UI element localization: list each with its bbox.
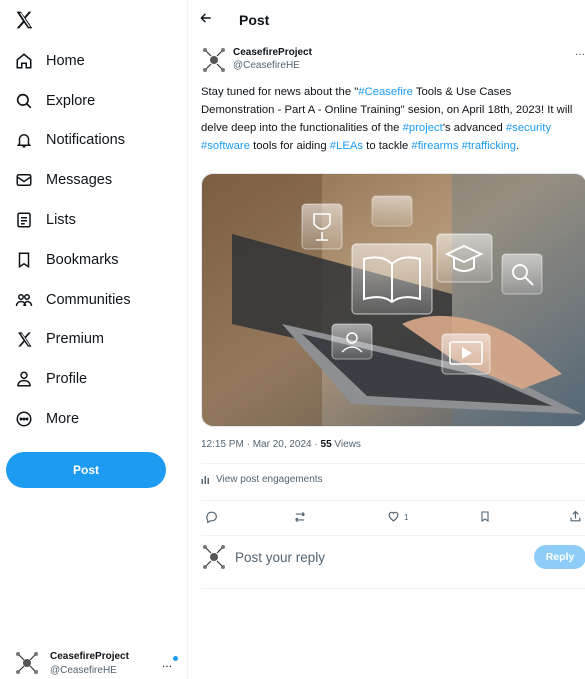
nav-item-label: Home [46,52,85,69]
repost-icon [293,510,307,524]
x-logo-icon[interactable] [12,8,36,32]
back-arrow-icon[interactable] [199,11,215,27]
nav-item-profile[interactable]: Profile [0,359,188,399]
hashtag-link[interactable]: #security [506,122,551,134]
reply-input[interactable] [235,547,525,567]
bar-chart-icon [201,474,212,485]
page-header: Post [189,0,585,40]
envelope-icon [14,170,34,190]
more-circle-icon [14,409,34,429]
reply-action[interactable] [205,508,219,526]
nav-item-home[interactable]: Home [0,41,188,81]
heart-icon [387,510,401,524]
post-text-segment: to tackle [363,140,412,152]
nav-item-label: Lists [46,212,76,229]
hashtag-link[interactable]: #LEAs [330,140,363,152]
nav-item-label: Bookmarks [46,251,119,268]
people-icon [14,290,34,310]
hashtag-link[interactable]: #Ceasefire [358,86,413,98]
account-switcher[interactable]: CeasefireProject @CeasefireHE ... [14,650,184,679]
account-handle: @CeasefireHE [50,665,117,676]
main-column: Post CeasefireProject @CeasefireHE ... S… [189,0,585,679]
nav-item-bookmarks[interactable]: Bookmarks [0,240,188,280]
reply-composer: Reply [201,543,585,573]
nav-item-communities[interactable]: Communities [0,280,188,320]
engagements-label: View post engagements [216,474,323,485]
page-title: Post [239,12,270,28]
hashtag-link[interactable]: #trafficking [462,140,516,152]
nav-item-label: Messages [46,172,113,189]
post-text-segment: Stay tuned for news about the " [201,86,359,98]
nav-item-label: Explore [46,92,96,109]
bell-icon [14,130,34,150]
repost-action[interactable] [293,508,307,526]
divider [201,463,585,464]
author-display-name[interactable]: CeasefireProject [233,47,312,58]
account-more-icon[interactable]: ... [162,656,172,670]
nav-item-label: Profile [46,371,88,388]
hashtag-link[interactable]: #project [403,122,443,134]
divider [201,535,585,536]
post-timestamp[interactable]: 12:15 PM · Mar 20, 2024 · [201,439,321,450]
post-media-image[interactable] [201,173,585,427]
share-action[interactable] [569,508,583,526]
post-actions: 1 [201,508,585,526]
nav-item-messages[interactable]: Messages [0,160,188,200]
list-icon [14,210,34,230]
views-label: Views [331,439,361,450]
notification-dot [173,656,178,661]
divider [201,500,585,501]
hashtag-link[interactable]: #firearms [411,140,458,152]
primary-nav: Home Explore Notifications Messages List… [0,41,188,439]
hashtag-link[interactable]: #software [201,140,250,152]
nav-item-premium[interactable]: Premium [0,320,188,360]
post-text-segment: 's advanced [442,122,506,134]
divider [201,588,585,589]
views-count: 55 [320,439,332,450]
nav-item-lists[interactable]: Lists [0,200,188,240]
sidebar: Home Explore Notifications Messages List… [0,0,188,679]
reply-button[interactable]: Reply [534,545,585,569]
home-icon [14,51,34,71]
post-text-segment: . [516,140,520,152]
reply-icon [205,510,219,524]
like-count: 1 [404,512,409,522]
bookmark-icon [14,250,34,270]
avatar [14,650,40,676]
search-icon [14,91,34,111]
view-engagements-link[interactable]: View post engagements [201,474,323,485]
post-meta: 12:15 PM · Mar 20, 2024 · 55 Views [201,439,361,450]
nav-item-more[interactable]: More [0,399,188,439]
nav-item-label: Premium [46,331,105,348]
nav-item-label: Notifications [46,132,125,149]
nav-item-explore[interactable]: Explore [0,81,188,121]
post-text: Stay tuned for news about the "#Ceasefir… [201,83,581,155]
avatar [201,543,227,571]
post-text-segment: tools for aiding [249,140,330,152]
x-logo-icon [14,329,34,349]
nav-item-notifications[interactable]: Notifications [0,121,188,161]
person-icon [14,369,34,389]
author-handle[interactable]: @CeasefireHE [233,60,300,71]
post-author: CeasefireProject @CeasefireHE ... [201,44,585,76]
bookmark-action[interactable] [479,508,493,526]
share-icon [569,510,583,524]
bookmark-icon [479,510,493,524]
nav-item-label: More [46,411,80,428]
account-display-name: CeasefireProject [50,651,129,662]
like-action[interactable]: 1 [387,508,408,526]
avatar[interactable] [201,46,227,74]
post-more-icon[interactable]: ... [575,44,585,58]
post-button[interactable]: Post [6,452,166,488]
nav-item-label: Communities [46,291,131,308]
